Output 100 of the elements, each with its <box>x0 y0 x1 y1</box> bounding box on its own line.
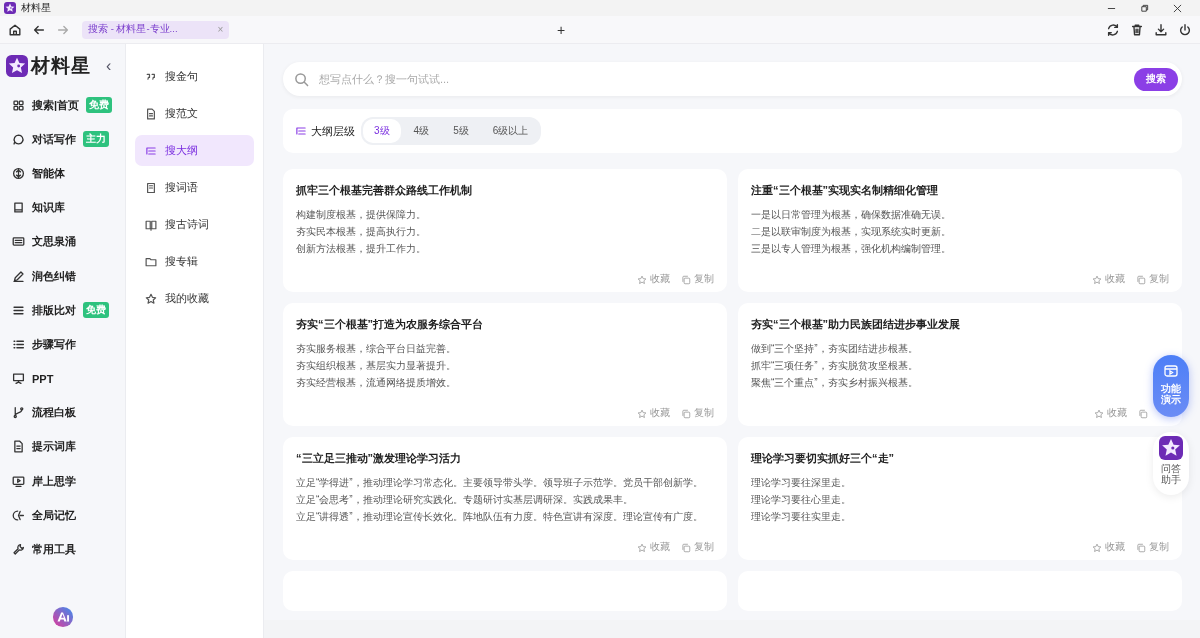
star-icon <box>1092 274 1102 285</box>
close-icon[interactable] <box>1173 3 1182 13</box>
card-title: 抓牢三个根基完善群众路线工作机制 <box>296 183 473 198</box>
video-icon <box>1163 363 1179 379</box>
sidebar-item[interactable]: 智能体 <box>6 156 125 191</box>
copy-icon <box>1138 408 1148 419</box>
outline-line: 立足“学得进”，推动理论学习常态化。主要领导带头学。领导班子示范学。党员干部创新学。 <box>296 476 703 490</box>
sidebar-item[interactable]: 提示词库 <box>6 429 125 465</box>
subnav-item[interactable]: 搜金句 <box>135 61 254 92</box>
search-icon <box>294 71 309 87</box>
sidebar-item[interactable]: 润色纠错 <box>6 258 125 294</box>
filter-label: 大纲层级 <box>311 123 355 139</box>
star-icon <box>637 542 647 553</box>
outline-line: 抓牢“三项任务”，夯实脱贫攻坚根基。 <box>751 359 918 373</box>
sidebar-item[interactable]: 流程白板 <box>6 395 125 430</box>
branch-icon <box>12 406 25 420</box>
video-icon <box>12 474 25 488</box>
outline-line: 立足“会思考”，推动理论研究实践化。专题研讨实基层调研深。实践成果丰。 <box>296 493 633 507</box>
document-icon <box>145 107 157 120</box>
sidebar-item[interactable]: 搜索|首页 免费 <box>6 88 125 123</box>
star-logo-icon <box>1159 436 1183 460</box>
copy-icon <box>681 274 691 285</box>
sidebar-item[interactable]: 全局记忆 <box>6 498 125 533</box>
outline-line: 三是以专人管理为根基，强化机构编制管理。 <box>751 242 951 256</box>
wrench-icon <box>12 543 25 557</box>
outline-line: 做到“三个坚持”，夯实团结进步根基。 <box>751 342 918 356</box>
subnav-item[interactable]: 搜范文 <box>135 98 254 129</box>
sidebar-item[interactable]: 知识库 <box>6 190 125 225</box>
outline-icon <box>295 125 307 137</box>
window-title: 材料星 <box>21 1 51 15</box>
outline-line: 夯实民本根基，提高执行力。 <box>296 225 426 239</box>
star-icon <box>637 408 647 419</box>
ai-logo-icon[interactable] <box>51 606 74 628</box>
open-book-icon <box>145 218 157 231</box>
star-icon <box>145 292 157 305</box>
outline-line: 理论学习要往深里走。 <box>751 476 851 490</box>
badge: 免费 <box>86 97 113 114</box>
sidebar-item[interactable]: 对话写作 主力 <box>6 122 125 157</box>
tab-title: 搜索 - 材料星-专业... <box>88 23 178 36</box>
logo-text: 材料星 <box>31 54 91 78</box>
subnav-item[interactable]: 搜词语 <box>135 172 254 203</box>
copy-icon <box>1136 274 1146 285</box>
level-option[interactable]: 5级 <box>442 119 480 143</box>
compass-icon <box>12 166 25 180</box>
outline-line: 聚焦“三个重点”，夯实乡村振兴根基。 <box>751 376 918 390</box>
trash-icon[interactable] <box>1130 22 1144 37</box>
star-logo-icon <box>6 55 28 77</box>
sidebar-item[interactable]: PPT <box>6 361 125 396</box>
card-title: 夯实“三个根基”打造为农服务综合平台 <box>296 317 484 332</box>
new-tab-button[interactable]: + <box>557 21 1106 38</box>
presentation-icon <box>12 372 25 386</box>
subnav-item[interactable]: 搜专辑 <box>135 246 254 277</box>
subnav-item[interactable]: 搜古诗词 <box>135 209 254 240</box>
sidebar-item[interactable]: 文思泉涌 <box>6 224 125 259</box>
pen-icon <box>12 269 25 283</box>
outline-line: 构建制度根基，提供保障力。 <box>296 208 426 222</box>
refresh-icon[interactable] <box>1106 22 1120 37</box>
subnav-item[interactable]: 搜大纲 <box>135 135 254 166</box>
copy-icon <box>1136 542 1146 553</box>
power-icon[interactable] <box>1178 22 1192 37</box>
search-field[interactable]: 想写点什么？搜一句试试... 搜索 <box>283 62 1182 96</box>
sidebar-item[interactable]: 排版比对 免费 <box>6 293 125 328</box>
copy-icon <box>681 542 691 553</box>
browser-tab[interactable]: 搜索 - 材料星-专业... × <box>82 20 230 39</box>
star-icon <box>1092 542 1102 553</box>
search-button[interactable]: 搜索 <box>1134 67 1178 91</box>
subnav-item[interactable]: 我的收藏 <box>135 283 254 314</box>
outline-line: 理论学习要往心里走。 <box>751 493 851 507</box>
download-icon[interactable] <box>1154 22 1168 37</box>
outline-icon <box>145 144 157 157</box>
sidebar-item[interactable]: 岸上思学 <box>6 464 125 499</box>
card-title: “三立足三推动”激发理论学习活力 <box>296 451 462 466</box>
restore-icon[interactable] <box>1140 3 1149 13</box>
badge: 免费 <box>83 302 109 319</box>
level-option[interactable]: 6级以上 <box>481 119 540 143</box>
outline-line: 二是以联审制度为根基，实现系统实时更新。 <box>751 225 951 239</box>
book-icon <box>12 201 25 215</box>
collapse-button[interactable]: ‹ <box>106 57 112 75</box>
outline-line: 夯实经营根基，流通网络提质增效。 <box>296 376 456 390</box>
card-title: 注重“三个根基”实现实名制精细化管理 <box>751 183 939 198</box>
outline-line: 夯实组织根基，基层实力显著提升。 <box>296 359 456 373</box>
level-option[interactable]: 3级 <box>363 119 401 143</box>
badge: 主力 <box>83 131 109 148</box>
card-title: 夯实“三个根基”助力民族团结进步事业发展 <box>751 317 961 332</box>
star-icon <box>1094 408 1104 419</box>
chat-bubble-icon <box>12 132 25 146</box>
outline-line: 立足“讲得透”，推动理论宣传长效化。阵地队伍有力度。特色宣讲有深度。理论宣传有广度。 <box>296 510 703 524</box>
grid-icon <box>12 98 25 112</box>
notebook-icon <box>145 181 157 194</box>
level-option[interactable]: 4级 <box>402 119 441 143</box>
sidebar-item[interactable]: 常用工具 <box>6 532 125 567</box>
outline-line: 创新方法根基，提升工作力。 <box>296 242 426 256</box>
keyboard-icon <box>12 235 25 249</box>
sidebar-item[interactable]: 步骤写作 <box>6 327 125 362</box>
star-icon <box>637 274 647 285</box>
copy-icon <box>681 408 691 419</box>
home-icon[interactable] <box>8 22 22 37</box>
outline-line: 理论学习要往实里走。 <box>751 510 851 524</box>
card-title: 理论学习要切实抓好三个“走” <box>751 451 895 466</box>
outline-line: 一是以日常管理为根基，确保数据准确无误。 <box>751 208 951 222</box>
